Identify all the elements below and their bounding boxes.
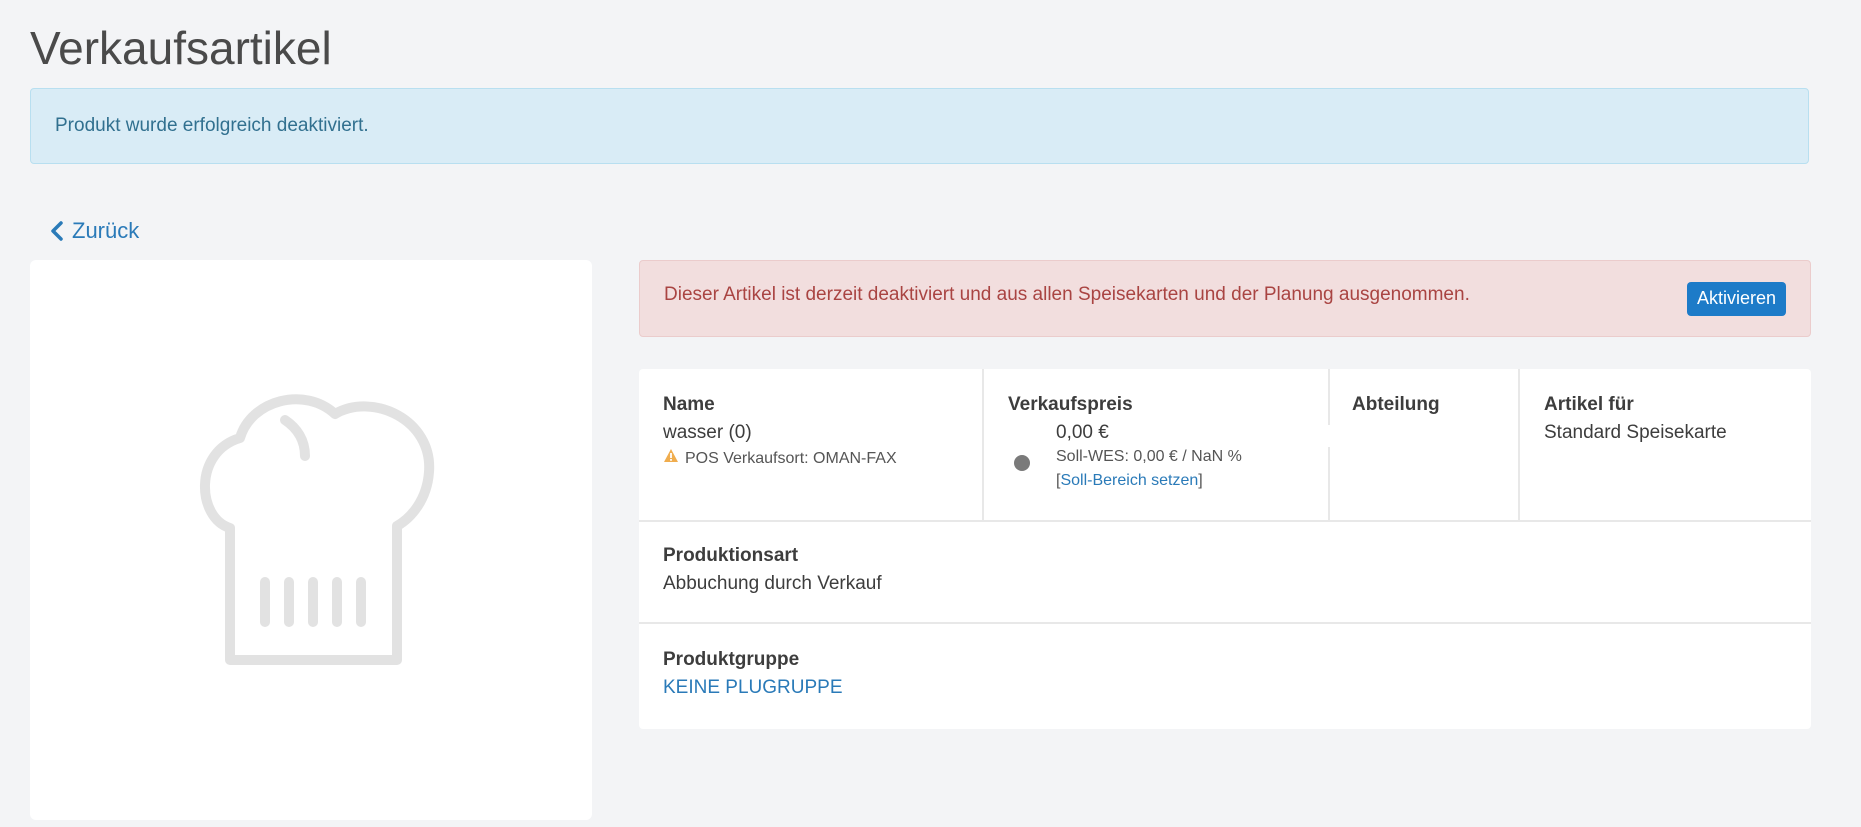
product-group-label: Produktgruppe	[663, 649, 800, 670]
article-for-column: Artikel für Standard Speisekarte	[1518, 369, 1811, 520]
production-label: Produktionsart	[663, 545, 799, 566]
page-title: Verkaufsartikel	[30, 22, 332, 74]
article-for-label: Artikel für	[1544, 394, 1634, 415]
target-wes-text: Soll-WES: 0,00 € / NaN %	[1056, 448, 1242, 465]
name-label: Name	[663, 394, 715, 415]
name-column: Name wasser (0) POS Verkaufsort: OMAN-FA…	[639, 369, 984, 520]
warning-icon	[663, 447, 679, 471]
price-label: Verkaufspreis	[1008, 394, 1133, 415]
set-target-range-link[interactable]: Soll-Bereich setzen	[1060, 472, 1198, 489]
name-value: wasser (0)	[663, 422, 752, 443]
product-group-link[interactable]: KEINE PLUGRUPPE	[663, 676, 1787, 700]
success-flash-message: Produkt wurde erfolgreich deaktiviert.	[30, 88, 1809, 164]
price-block: 0,00 € Soll-WES: 0,00 € / NaN % [Soll-Be…	[1008, 421, 1304, 493]
chevron-left-icon	[50, 221, 64, 241]
production-value: Abbuchung durch Verkauf	[663, 573, 882, 594]
chef-hat-icon	[200, 394, 435, 665]
details-top-row: Name wasser (0) POS Verkaufsort: OMAN-FA…	[639, 369, 1811, 522]
target-range-line: [Soll-Bereich setzen]	[1008, 469, 1304, 493]
department-column: Abteilung	[1328, 369, 1518, 520]
pos-warning-text: POS Verkaufsort: OMAN-FAX	[685, 450, 897, 467]
article-details-card: Name wasser (0) POS Verkaufsort: OMAN-FA…	[639, 369, 1811, 729]
department-label: Abteilung	[1352, 394, 1440, 415]
back-link[interactable]: Zurück	[50, 218, 139, 244]
product-group-row: Produktgruppe KEINE PLUGRUPPE	[639, 624, 1811, 729]
deactivated-alert: Dieser Artikel ist derzeit deaktiviert u…	[639, 260, 1811, 337]
price-column: Verkaufspreis 0,00 € Soll-WES: 0,00 € / …	[984, 369, 1328, 520]
product-image-placeholder	[30, 260, 592, 820]
pos-warning: POS Verkaufsort: OMAN-FAX	[663, 447, 958, 471]
flash-message-text: Produkt wurde erfolgreich deaktiviert.	[55, 115, 369, 136]
production-row: Produktionsart Abbuchung durch Verkauf	[639, 520, 1811, 624]
activate-button[interactable]: Aktivieren	[1686, 281, 1786, 316]
back-link-label: Zurück	[72, 218, 140, 243]
status-dot-icon	[1014, 455, 1030, 471]
deactivated-alert-text: Dieser Artikel ist derzeit deaktiviert u…	[664, 283, 1470, 305]
article-for-value: Standard Speisekarte	[1544, 422, 1727, 443]
bracket-close: ]	[1198, 472, 1203, 489]
price-value: 0,00 €	[1056, 422, 1109, 443]
page: Verkaufsartikel Produkt wurde erfolgreic…	[0, 0, 1861, 827]
